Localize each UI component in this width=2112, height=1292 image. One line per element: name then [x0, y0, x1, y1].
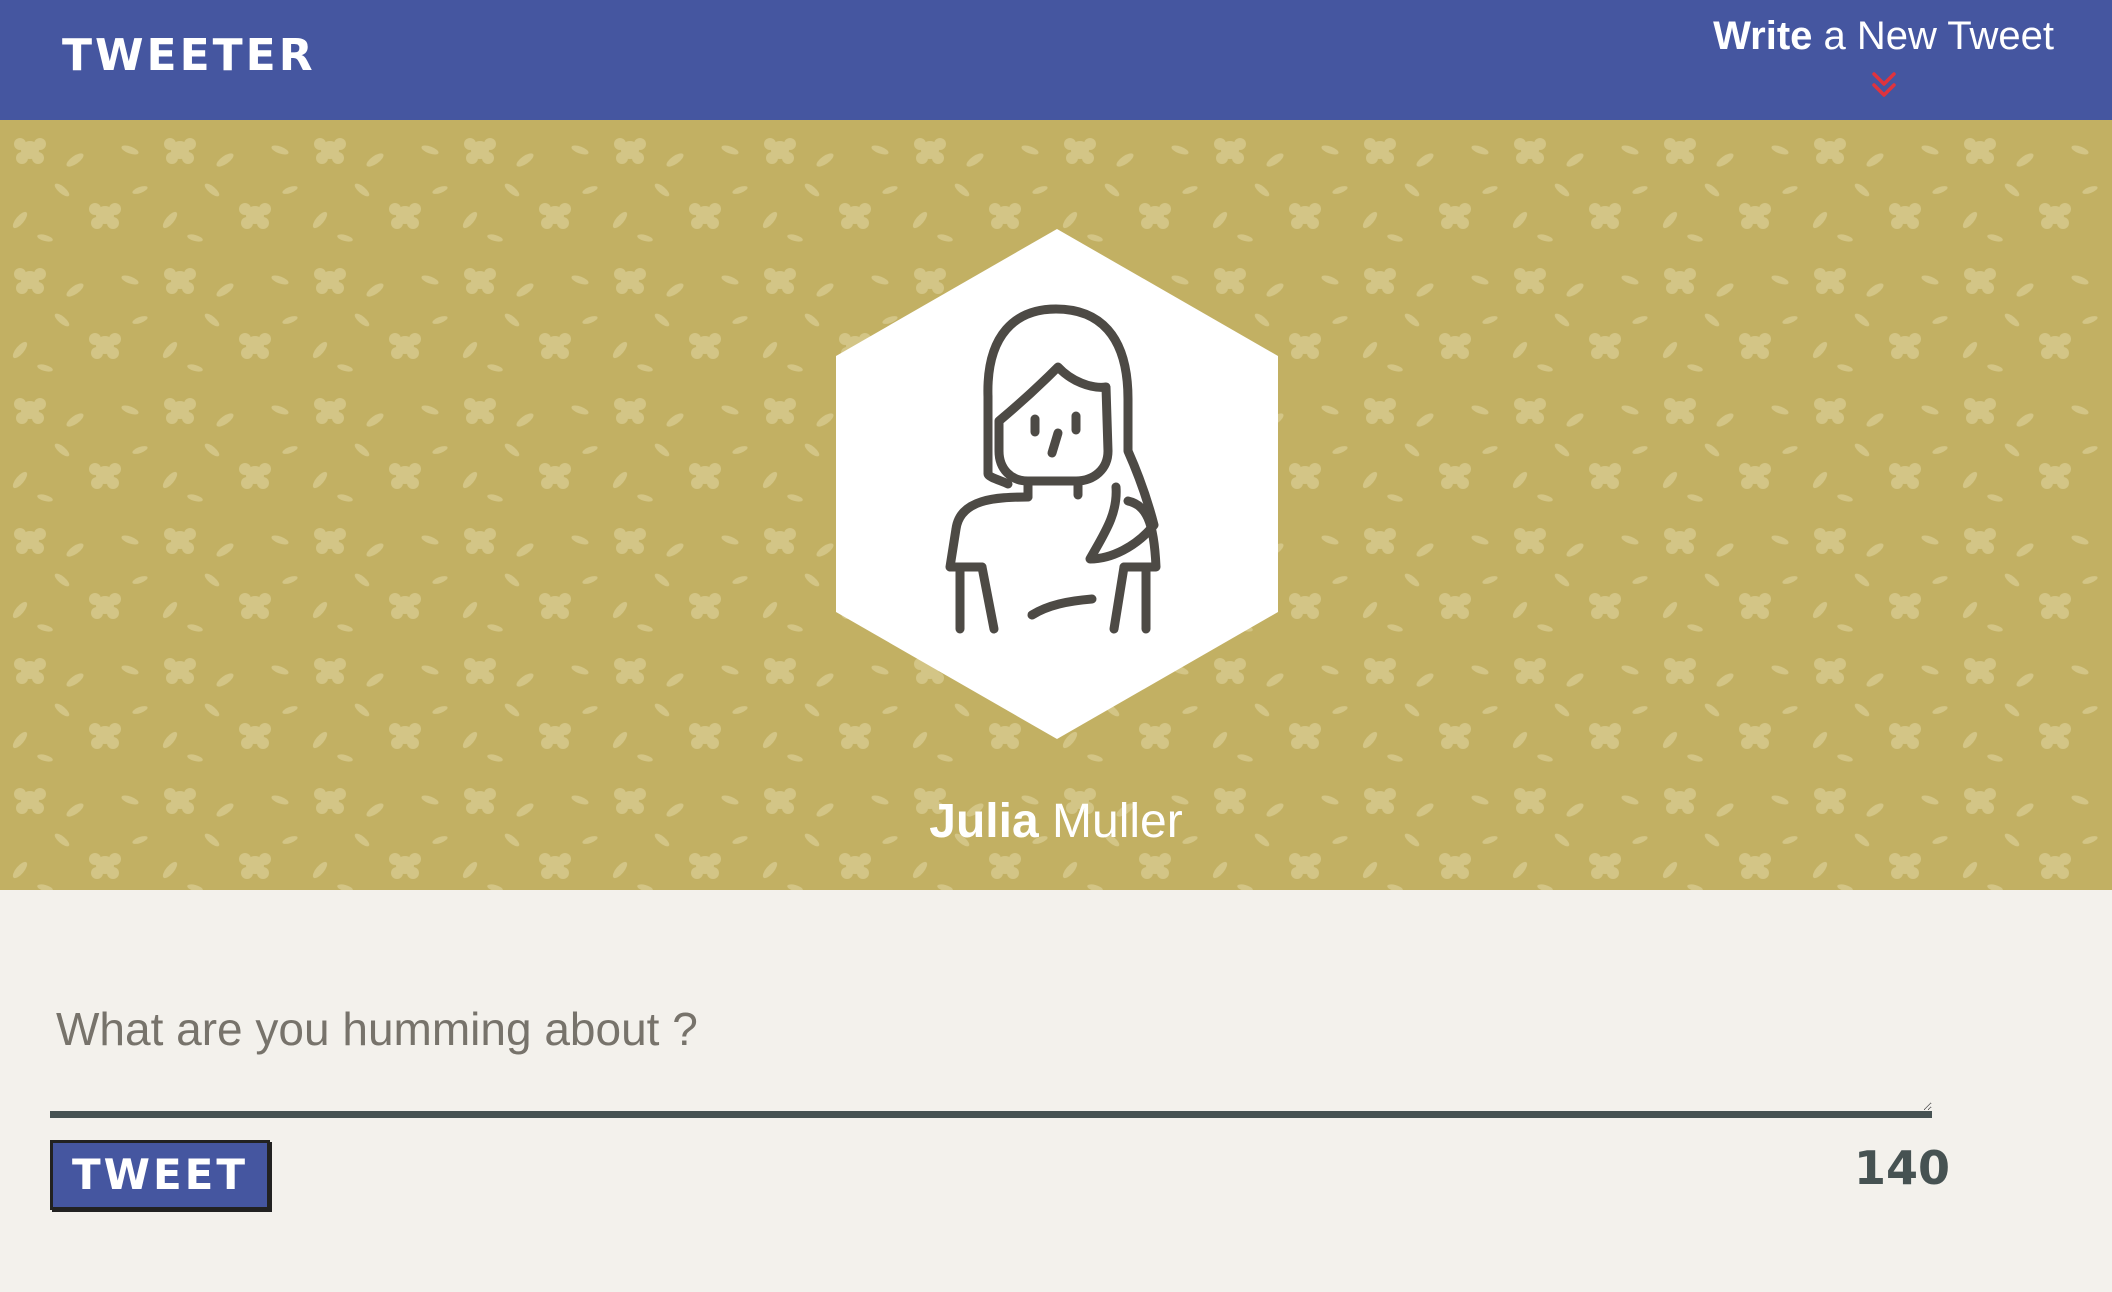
top-navbar: Tweeter Write a New Tweet: [0, 0, 2112, 120]
user-last-name: Muller: [1038, 795, 1183, 848]
character-counter: 140: [1853, 1141, 1950, 1195]
compose-label-rest: a New Tweet: [1812, 14, 2055, 58]
write-new-tweet-toggle[interactable]: Write a New Tweet: [1713, 12, 2054, 104]
compose-label-bold: Write: [1713, 14, 1813, 58]
brand-logo[interactable]: Tweeter: [62, 30, 316, 82]
double-chevron-down-icon[interactable]: [1864, 68, 1904, 104]
tweet-textarea[interactable]: [50, 990, 1932, 1118]
user-full-name: Julia Muller: [0, 794, 2112, 850]
woman-avatar-icon: [836, 229, 1278, 739]
user-first-name: Julia: [929, 795, 1039, 848]
tweet-submit-button[interactable]: Tweet: [50, 1140, 270, 1210]
profile-header: Julia Muller: [0, 120, 2112, 890]
